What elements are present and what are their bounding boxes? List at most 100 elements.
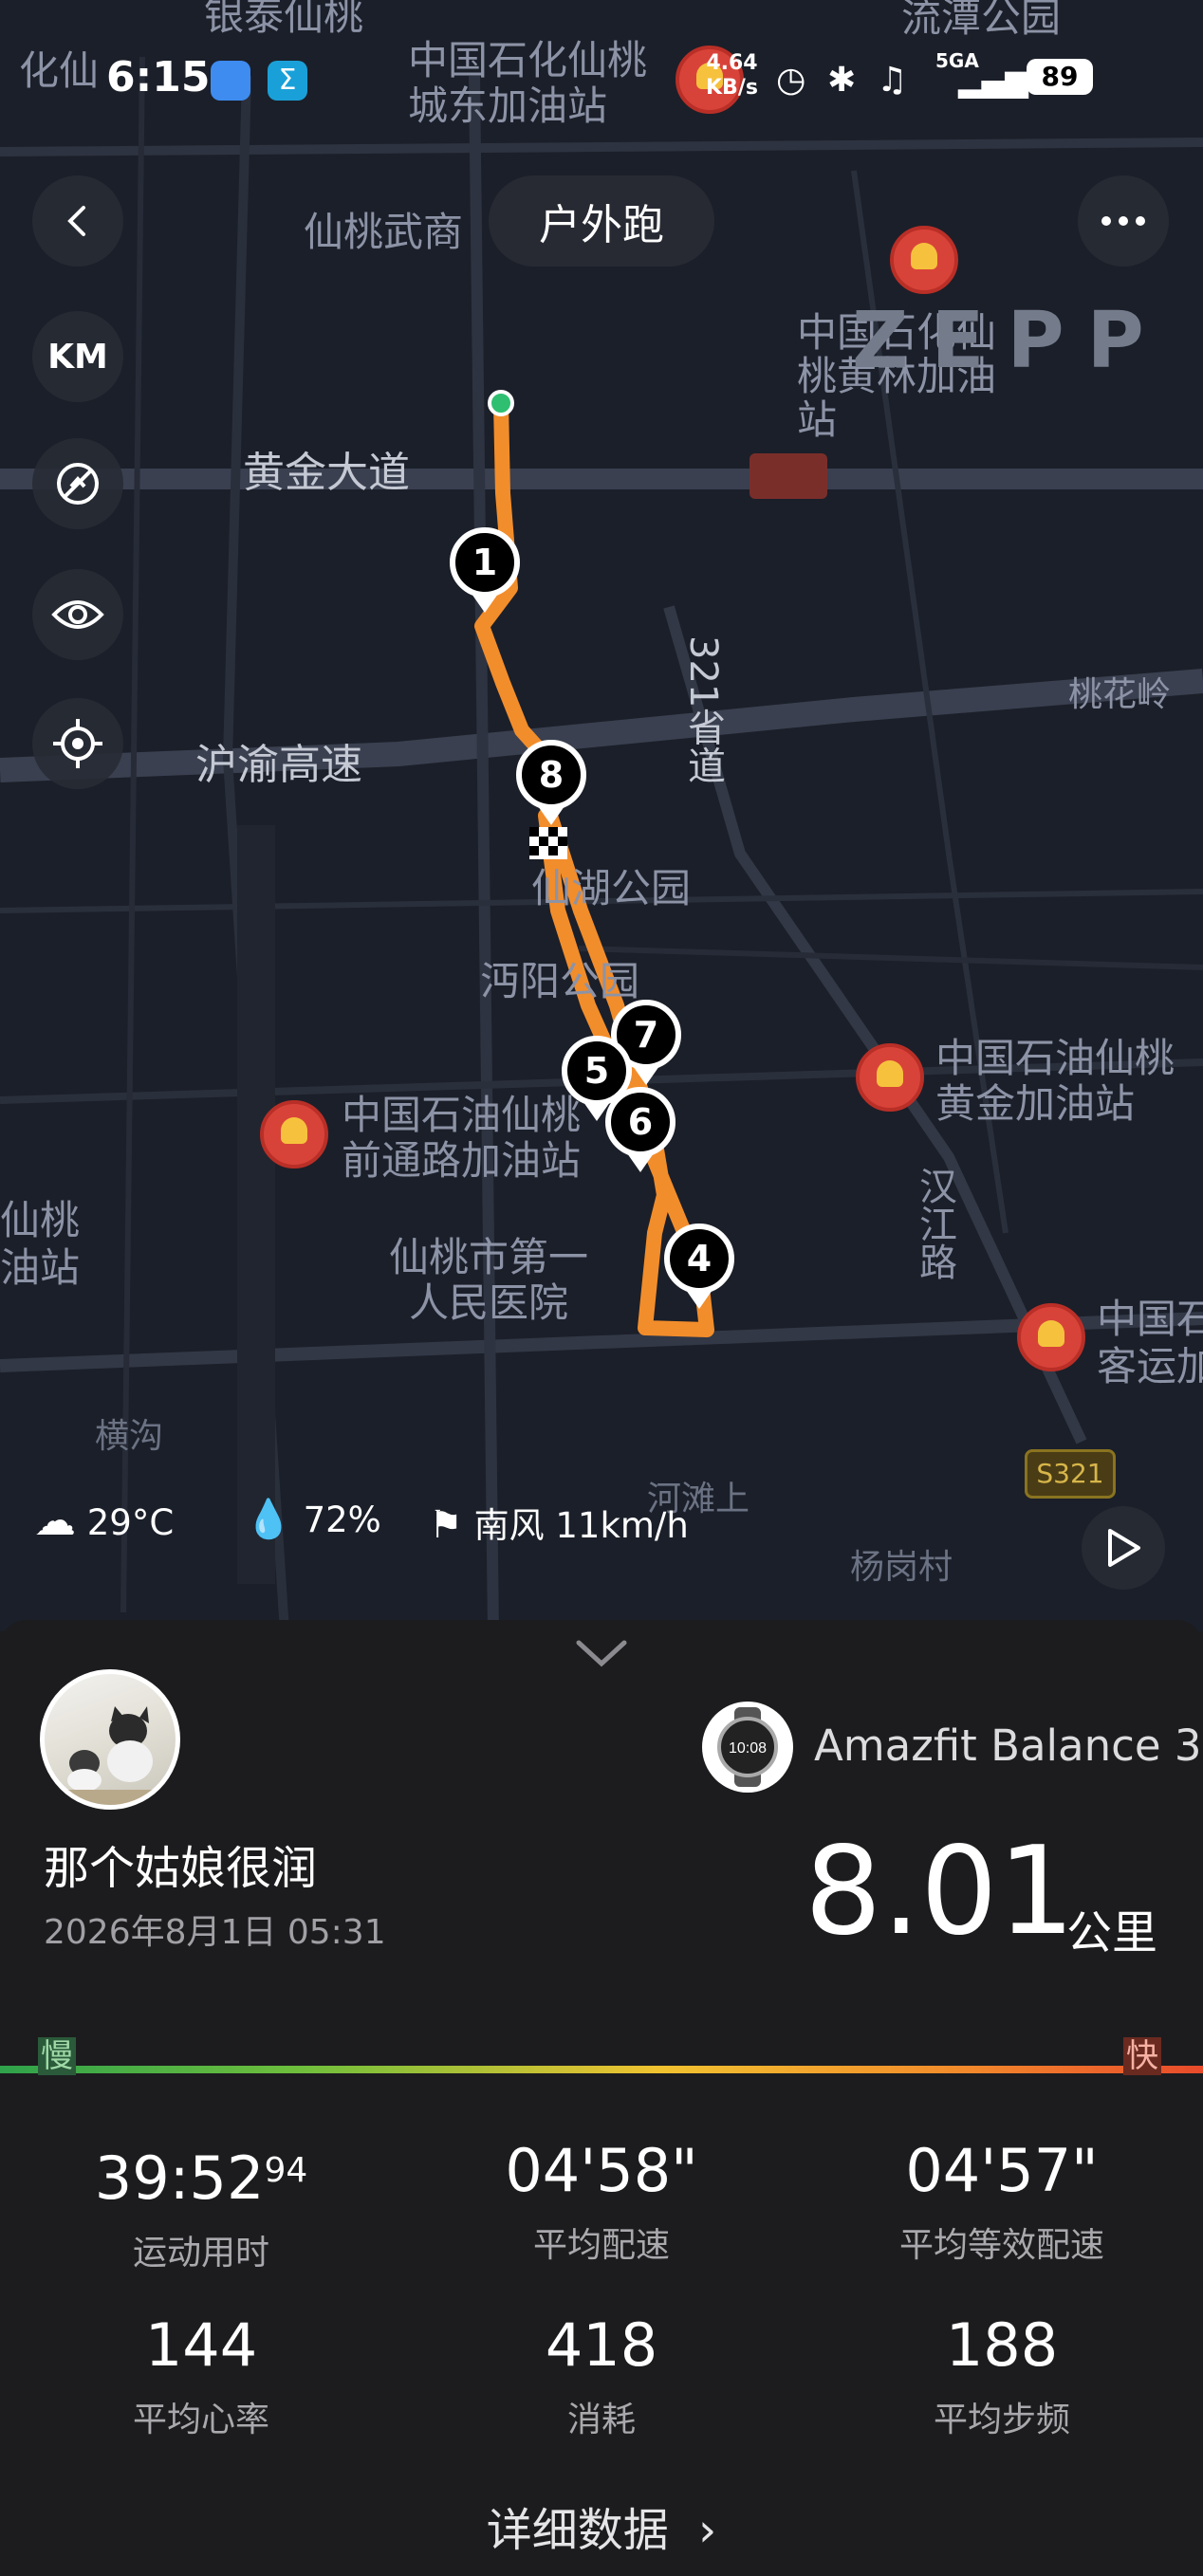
replay-button[interactable] — [1082, 1506, 1165, 1590]
collapse-chevron-icon[interactable] — [573, 1637, 630, 1669]
earbuds-icon: ♫ — [877, 61, 908, 100]
stat-label: 平均配速 — [532, 2226, 670, 2265]
app-notification-icon — [211, 61, 250, 101]
stat-value: 418 — [545, 2310, 658, 2380]
eye-icon — [51, 600, 104, 629]
map-label-hospital: 仙桃市第一人民医院 — [388, 1234, 588, 1326]
status-bar: 6:15 Σ 4.64 KB/s ◷ ✱ ♫ 5GA ▂▄▆ 89 — [0, 47, 1203, 114]
map-label-right-station: 中国石 客运加 — [1097, 1296, 1203, 1389]
map-label-lake-park: 仙湖公园 — [531, 865, 692, 911]
map-label-huyu-highway: 沪渝高速 — [195, 741, 362, 789]
map-label-hanjiang-road: 汉江路 — [913, 1167, 956, 1280]
gas-station-icon — [1017, 1303, 1085, 1371]
stat-label: 运动用时 — [132, 2234, 269, 2272]
bluetooth-icon: ✱ — [827, 61, 857, 100]
map-label-huangjin-road: 黄金大道 — [243, 449, 410, 497]
map-label-liutan-park: 流潭公园 — [901, 0, 1062, 41]
net-speed-value: 4.64 — [706, 51, 758, 75]
view-button[interactable] — [32, 569, 123, 660]
map-label-henggou: 横沟 — [95, 1417, 164, 1456]
stat-value-hundredths: 94 — [264, 2151, 308, 2190]
map-label-provincial-road: 321省道 — [681, 635, 725, 784]
map-label-petrochina-qiantong: 中国石油仙桃前通路加油站 — [342, 1092, 582, 1184]
map-label-petrochina-huangjin: 中国石油仙桃黄金加油站 — [935, 1035, 1175, 1127]
drop-icon: 💧 — [245, 1498, 292, 1541]
back-button[interactable] — [32, 175, 123, 267]
locate-button[interactable] — [32, 698, 123, 789]
map-label-wushang: 仙桃武商 — [304, 209, 464, 255]
avatar[interactable] — [40, 1669, 180, 1810]
stat-value: 04'57" — [905, 2136, 1099, 2205]
map-label-taohualing: 桃花岭 — [1068, 675, 1172, 714]
device-name: Amazfit Balance 3 — [814, 1720, 1202, 1771]
activity-title: 户外跑 — [489, 175, 714, 267]
slow-label: 慢 — [38, 2037, 76, 2075]
zepp-watermark: ZEPP — [852, 296, 1167, 386]
chevron-right-icon: › — [698, 2504, 717, 2557]
route-marker[interactable]: 4 — [664, 1224, 734, 1309]
stat-label: 消耗 — [566, 2401, 636, 2439]
hide-icon — [57, 463, 99, 505]
wind-value: 南风 11km/h — [473, 1505, 689, 1546]
stat-value: 188 — [945, 2310, 1059, 2380]
status-time: 6:15 — [106, 53, 211, 101]
stat-label: 平均等效配速 — [898, 2226, 1104, 2265]
stat-label: 平均步频 — [933, 2401, 1070, 2439]
signal-icon: ▂▄▆ — [958, 63, 1028, 99]
hide-route-button[interactable] — [32, 438, 123, 529]
weather-humidity: 💧 72% — [245, 1497, 381, 1541]
net-speed: 4.64 KB/s — [706, 51, 758, 101]
play-icon — [1108, 1529, 1140, 1567]
stat-value: 39:52 — [94, 2144, 265, 2213]
total-distance: 8.01 — [805, 1821, 1075, 1962]
route-marker[interactable]: 8 — [516, 740, 586, 825]
map-label-left-station: 仙桃 油站 — [0, 1197, 81, 1291]
map-label-mianyang-park: 沔阳公园 — [480, 958, 640, 1004]
locate-icon — [53, 719, 102, 768]
humidity-value: 72% — [303, 1500, 381, 1540]
battery-indicator: 89 — [1027, 59, 1093, 95]
road-sign-s321: S321 — [1025, 1449, 1116, 1499]
stat-duration: 39:5294 运动用时 — [11, 2138, 391, 2274]
alarm-icon: ◷ — [776, 61, 806, 100]
more-button[interactable] — [1078, 175, 1169, 267]
sigma-app-icon: Σ — [268, 61, 307, 101]
weather-temperature: ☁ 29°C — [34, 1497, 174, 1545]
stat-avg-equivalent-pace: 04'57" 平均等效配速 — [812, 2138, 1192, 2267]
svg-text:10:08: 10:08 — [729, 1740, 767, 1757]
watch-icon: 10:08 — [702, 1702, 793, 1793]
summary-panel: 那个姑娘很润 2026年8月1日 05:31 10:08 Amazfit Bal… — [0, 1620, 1203, 2576]
distance-unit: 公里 — [1066, 1906, 1158, 1960]
pace-gradient-bar — [0, 2066, 1203, 2073]
username: 那个姑娘很润 — [44, 1842, 318, 1895]
route-map[interactable]: 化仙 中国石化仙桃城东加油站 银泰仙桃 流潭公园 仙桃武商 中国石化仙桃黄林加油… — [0, 0, 1203, 1631]
stat-value: 04'58" — [505, 2136, 698, 2205]
map-label-yanggangcun: 杨岗村 — [850, 1548, 953, 1587]
route-marker[interactable]: 1 — [450, 527, 520, 613]
stat-calories: 418 消耗 — [412, 2312, 791, 2441]
stat-value: 144 — [144, 2310, 258, 2380]
net-speed-unit: KB/s — [706, 76, 758, 100]
stat-avg-heart-rate: 144 平均心率 — [11, 2312, 391, 2441]
stat-avg-cadence: 188 平均步频 — [812, 2312, 1192, 2441]
back-arrow-icon — [67, 206, 85, 236]
activity-date: 2026年8月1日 05:31 — [44, 1913, 386, 1952]
detail-data-link[interactable]: 详细数据 › — [0, 2493, 1203, 2559]
stat-avg-pace: 04'58" 平均配速 — [412, 2138, 791, 2267]
start-point — [488, 390, 514, 416]
map-label-yinzuo: 银泰仙桃 — [204, 0, 364, 39]
units-toggle-button[interactable]: KM — [32, 311, 123, 402]
cloud-icon: ☁ — [34, 1497, 76, 1545]
weather-wind: ⚑ 南风 11km/h — [429, 1497, 689, 1548]
gas-station-icon — [890, 226, 958, 294]
fast-label: 快 — [1123, 2037, 1161, 2075]
gas-station-icon — [856, 1043, 924, 1112]
temperature-value: 29°C — [86, 1502, 175, 1543]
route-marker[interactable]: 6 — [605, 1087, 676, 1172]
stat-label: 平均心率 — [132, 2401, 269, 2439]
more-dots-icon — [1101, 216, 1145, 226]
gas-station-icon — [260, 1100, 328, 1168]
detail-data-label: 详细数据 — [486, 2504, 669, 2557]
cat-avatar-image — [45, 1706, 176, 1805]
wind-flag-icon: ⚑ — [429, 1503, 463, 1547]
